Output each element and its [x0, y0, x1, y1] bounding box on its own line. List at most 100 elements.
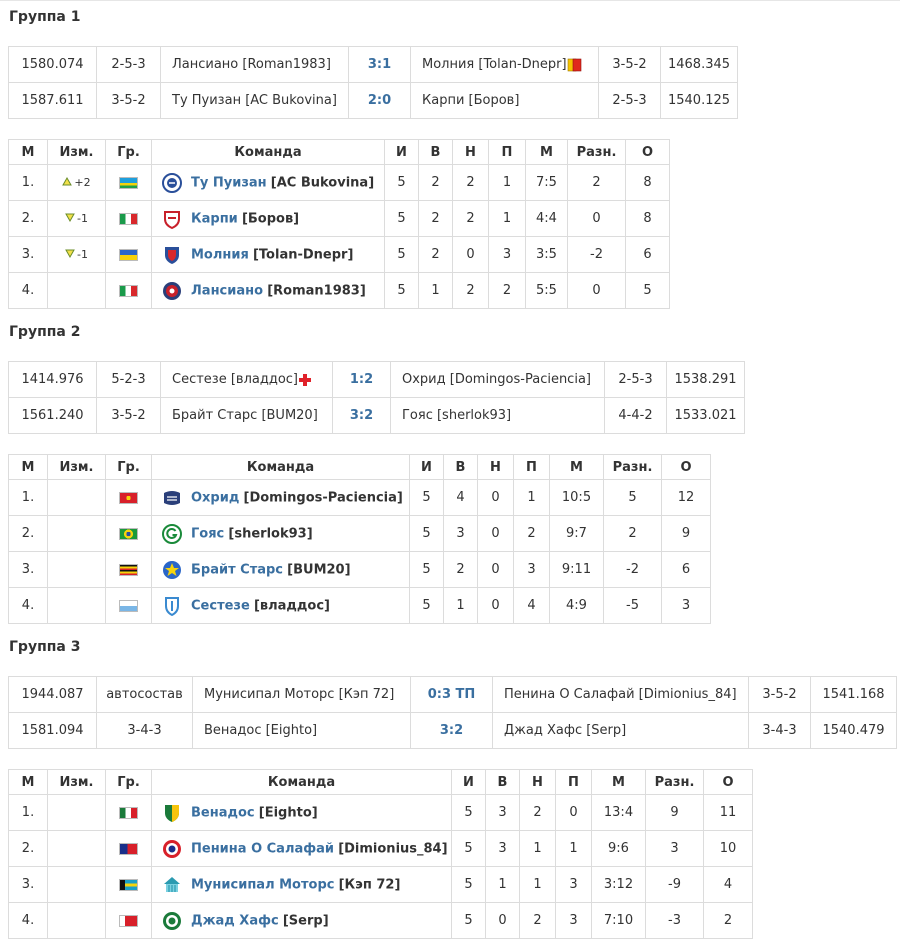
standings-table: М Изм. Гр. Команда И В Н П М Разн. О 1. … [8, 454, 711, 624]
formation-away: 3-5-2 [748, 676, 811, 713]
team-cell[interactable]: Мунисипал Моторс [Кэп 72] [151, 866, 452, 903]
won: 3 [485, 830, 520, 867]
team-link[interactable]: Венадос [191, 805, 255, 820]
points: 2 [703, 902, 753, 939]
played: 5 [384, 236, 419, 273]
goals: 13:4 [591, 794, 646, 831]
team-cell[interactable]: Джад Хафс [Serp] [151, 902, 452, 939]
lost: 3 [513, 551, 550, 588]
goal-diff: 9 [645, 794, 704, 831]
team-away[interactable]: Охрид [Domingos-Paciencia] [390, 361, 605, 398]
team-cell[interactable]: Гояс [sherlok93] [151, 515, 410, 552]
team-cell[interactable]: Лансиано [Roman1983] [151, 272, 385, 309]
team-away[interactable]: Карпи [Боров] [410, 82, 599, 119]
match-score[interactable]: 3:1 [348, 46, 411, 83]
played: 5 [409, 587, 444, 624]
goal-diff: 3 [645, 830, 704, 867]
goal-diff: 2 [603, 515, 662, 552]
draw: 2 [452, 272, 489, 309]
team-link[interactable]: Охрид [191, 490, 239, 505]
col-header-team: Команда [151, 139, 385, 165]
lost: 2 [513, 515, 550, 552]
goal-diff: -5 [603, 587, 662, 624]
manager-name: [sherlok93] [228, 526, 313, 541]
col-header-played: И [409, 454, 444, 480]
team-home[interactable]: Лансиано [Roman1983] [160, 46, 349, 83]
match-score[interactable]: 3:2 [332, 397, 391, 434]
team-link[interactable]: Гояс [191, 526, 224, 541]
col-header-team: Команда [151, 454, 410, 480]
team-home[interactable]: Венадос [Eighto] [192, 712, 411, 749]
team-cell[interactable]: Молния [Tolan-Dnepr] [151, 236, 385, 273]
team-away[interactable]: Джад Хафс [Serp] [492, 712, 749, 749]
played: 5 [409, 551, 444, 588]
match-score[interactable]: 1:2 [332, 361, 391, 398]
team-cell[interactable]: Сестезе [владдос] [151, 587, 410, 624]
team-cell[interactable]: Охрид [Domingos-Paciencia] [151, 479, 410, 516]
goals: 10:5 [549, 479, 604, 516]
col-header-pos: М [8, 454, 48, 480]
blue-crest-logo-icon [162, 172, 182, 193]
red-navy-badge-logo-icon [162, 839, 182, 859]
position: 2. [8, 830, 48, 867]
matches-table: 1414.976 5-2-3 Сестезе [владдос] 1:2 Охр… [8, 361, 745, 434]
country-cell [105, 587, 152, 624]
col-header-diff: Разн. [645, 769, 704, 795]
rating-home: 1587.611 [8, 82, 97, 119]
goals: 9:7 [549, 515, 604, 552]
header-row: М Изм. Гр. Команда И В Н П М Разн. О [8, 454, 711, 480]
team-home[interactable]: Ту Пуизан [AC Bukovina] [160, 82, 349, 119]
team-link[interactable]: Мунисипал Моторс [191, 877, 334, 892]
goals: 4:9 [549, 587, 604, 624]
team-link[interactable]: Пенина О Салафай [191, 841, 334, 856]
team-link[interactable]: Молния [191, 247, 249, 262]
team-home[interactable]: Сестезе [владдос] [160, 361, 333, 398]
team-link[interactable]: Карпи [191, 211, 238, 226]
rating-home: 1581.094 [8, 712, 97, 749]
points: 9 [661, 515, 711, 552]
team-link[interactable]: Брайт Старс [191, 562, 283, 577]
position-change: -1 [47, 200, 106, 237]
team-link[interactable]: Лансиано [191, 283, 263, 298]
col-header-change: Изм. [47, 769, 106, 795]
position-change: +2 [47, 164, 106, 201]
team-away[interactable]: Пенина О Салафай [Dimionius_84] [492, 676, 749, 713]
col-header-change: Изм. [47, 139, 106, 165]
col-header-draw: Н [452, 139, 489, 165]
formation-away: 2-5-3 [598, 82, 661, 119]
team-link[interactable]: Джад Хафс [191, 913, 279, 928]
match-score[interactable]: 0:3 ТП [410, 676, 493, 713]
col-header-lost: П [488, 139, 526, 165]
lost: 0 [555, 794, 592, 831]
team-home[interactable]: Мунисипал Моторс [Кэп 72] [192, 676, 411, 713]
lost: 2 [488, 272, 526, 309]
team-cell[interactable]: Пенина О Салафай [Dimionius_84] [151, 830, 452, 867]
goals: 3:5 [525, 236, 568, 273]
country-cell [105, 902, 152, 939]
match-score[interactable]: 2:0 [348, 82, 411, 119]
team-cell[interactable]: Карпи [Боров] [151, 200, 385, 237]
match-score[interactable]: 3:2 [410, 712, 493, 749]
team-cell[interactable]: Ту Пуизан [AC Bukovina] [151, 164, 385, 201]
col-header-played: И [384, 139, 419, 165]
arrow-down-icon [65, 212, 75, 225]
goal-diff: -9 [645, 866, 704, 903]
draw: 2 [519, 902, 556, 939]
lost: 4 [513, 587, 550, 624]
team-home[interactable]: Брайт Старс [BUM20] [160, 397, 333, 434]
col-header-diff: Разн. [603, 454, 662, 480]
team-away[interactable]: Гояс [sherlok93] [390, 397, 605, 434]
team-cell[interactable]: Венадос [Eighto] [151, 794, 452, 831]
team-link[interactable]: Сестезе [191, 598, 250, 613]
rwanda-flag-icon [119, 176, 138, 189]
table-row: 4. Лансиано [Roman1983] 5 1 2 2 5:5 0 5 [8, 272, 670, 309]
ukraine-flag-icon [119, 248, 138, 261]
team-link[interactable]: Ту Пуизан [191, 175, 267, 190]
team-cell[interactable]: Брайт Старс [BUM20] [151, 551, 410, 588]
rating-home: 1580.074 [8, 46, 97, 83]
position: 2. [8, 200, 48, 237]
group-title: Группа 1 [9, 9, 81, 25]
team-away[interactable]: Молния [Tolan-Dnepr] [410, 46, 599, 83]
col-header-won: В [418, 139, 453, 165]
position: 4. [8, 272, 48, 309]
